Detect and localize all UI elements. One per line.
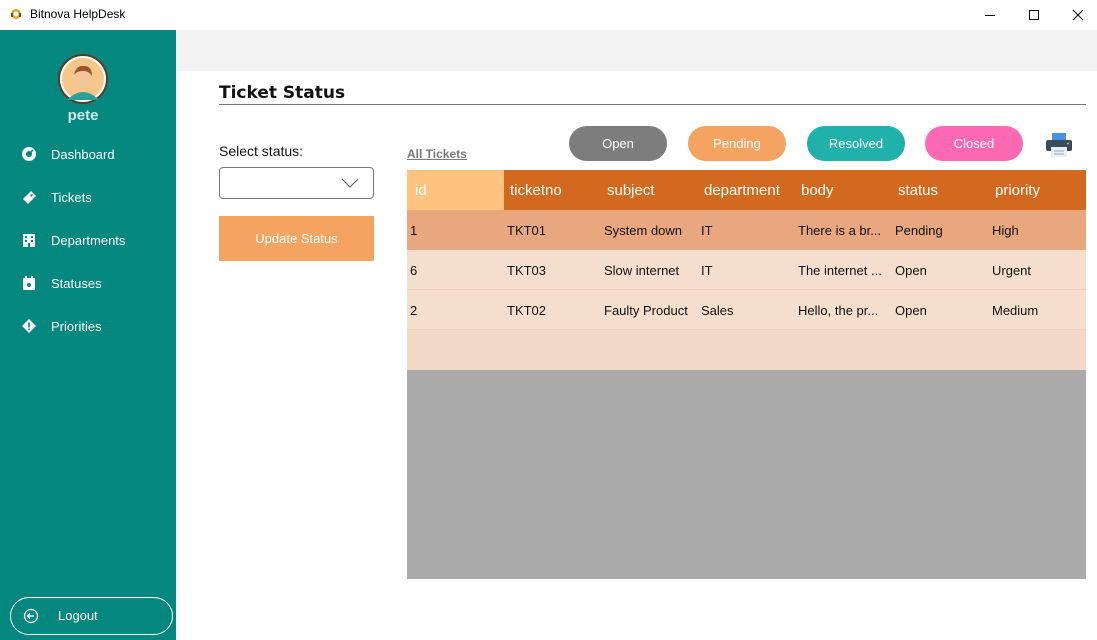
sidebar-item-label: Departments bbox=[51, 232, 126, 248]
select-status-label: Select status: bbox=[219, 143, 304, 159]
sidebar-item-priorities[interactable]: Priorities bbox=[0, 309, 176, 343]
column-header-ticketno[interactable]: ticketno bbox=[504, 170, 601, 210]
cell-body: Hello, the pr... bbox=[798, 302, 879, 318]
cell-department: IT bbox=[701, 222, 713, 238]
printer-icon[interactable] bbox=[1045, 132, 1073, 158]
avatar bbox=[58, 54, 108, 104]
cell-subject: Faulty Product bbox=[604, 302, 688, 318]
cell-ticketno: TKT02 bbox=[507, 302, 547, 318]
close-icon bbox=[1072, 9, 1084, 21]
table-row[interactable]: 1 TKT01 System down IT There is a br... … bbox=[407, 210, 1086, 250]
cell-id: 2 bbox=[410, 302, 418, 318]
close-button[interactable] bbox=[1055, 0, 1097, 30]
cell-department: Sales bbox=[701, 302, 734, 318]
cell-subject: System down bbox=[604, 222, 683, 238]
sidebar: pete Dashboard Tickets Departments Statu… bbox=[0, 30, 176, 640]
logout-icon bbox=[23, 608, 39, 627]
cell-ticketno: TKT01 bbox=[507, 222, 547, 238]
logout-button[interactable]: Logout bbox=[10, 597, 173, 635]
dashboard-icon bbox=[20, 145, 38, 163]
cell-id: 6 bbox=[410, 262, 418, 278]
cell-department: IT bbox=[701, 262, 713, 278]
cell-priority: Urgent bbox=[992, 262, 1032, 278]
table-row[interactable]: 6 TKT03 Slow internet IT The internet ..… bbox=[407, 250, 1086, 290]
sidebar-item-label: Dashboard bbox=[51, 146, 115, 162]
maximize-icon bbox=[1029, 10, 1039, 20]
column-header-department[interactable]: department bbox=[698, 170, 795, 210]
sidebar-item-label: Priorities bbox=[51, 318, 102, 334]
top-band bbox=[176, 30, 1097, 71]
minimize-icon bbox=[985, 15, 995, 16]
building-icon bbox=[20, 231, 38, 249]
filter-resolved-button[interactable]: Resolved bbox=[807, 126, 905, 161]
cell-body: There is a br... bbox=[798, 222, 882, 238]
cell-id: 1 bbox=[410, 222, 418, 238]
username: pete bbox=[67, 107, 99, 124]
sidebar-item-label: Tickets bbox=[51, 189, 92, 205]
cell-status: Pending bbox=[895, 222, 943, 238]
column-header-status[interactable]: status bbox=[892, 170, 989, 210]
sidebar-item-label: Statuses bbox=[51, 275, 102, 291]
sidebar-item-statuses[interactable]: Statuses bbox=[0, 266, 176, 300]
column-header-body[interactable]: body bbox=[795, 170, 892, 210]
ticket-icon bbox=[20, 188, 38, 206]
maximize-button[interactable] bbox=[1011, 0, 1057, 30]
cell-priority: Medium bbox=[992, 302, 1039, 318]
cell-status: Open bbox=[895, 302, 927, 318]
tickets-table[interactable]: id ticketno subject department body stat… bbox=[407, 170, 1086, 579]
alert-diamond-icon bbox=[20, 317, 38, 335]
table-header: id ticketno subject department body stat… bbox=[407, 170, 1086, 210]
title-bar: Bitnova HelpDesk bbox=[0, 0, 1097, 30]
sidebar-item-departments[interactable]: Departments bbox=[0, 223, 176, 257]
filter-pending-button[interactable]: Pending bbox=[688, 126, 786, 161]
window-title: Bitnova HelpDesk bbox=[30, 7, 126, 21]
filter-closed-button[interactable]: Closed bbox=[925, 126, 1023, 161]
sidebar-item-dashboard[interactable]: Dashboard bbox=[0, 137, 176, 171]
all-tickets-link[interactable]: All Tickets bbox=[407, 147, 467, 161]
cell-subject: Slow internet bbox=[604, 262, 680, 278]
page-title: Ticket Status bbox=[219, 83, 346, 103]
cell-body: The internet ... bbox=[798, 262, 882, 278]
minimize-button[interactable] bbox=[967, 0, 1013, 30]
table-row[interactable]: 2 TKT02 Faulty Product Sales Hello, the … bbox=[407, 290, 1086, 330]
column-header-id[interactable]: id bbox=[407, 170, 504, 210]
calendar-icon bbox=[20, 274, 38, 292]
update-status-button[interactable]: Update Status bbox=[219, 216, 374, 261]
cell-ticketno: TKT03 bbox=[507, 262, 547, 278]
title-divider bbox=[219, 104, 1086, 105]
cell-status: Open bbox=[895, 262, 927, 278]
logout-label: Logout bbox=[58, 608, 98, 623]
column-header-priority[interactable]: priority bbox=[989, 170, 1086, 210]
column-header-subject[interactable]: subject bbox=[601, 170, 698, 210]
filter-open-button[interactable]: Open bbox=[569, 126, 667, 161]
sidebar-item-tickets[interactable]: Tickets bbox=[0, 180, 176, 214]
app-logo-icon bbox=[11, 9, 21, 19]
cell-priority: High bbox=[992, 222, 1019, 238]
status-select[interactable] bbox=[219, 167, 374, 199]
new-row-placeholder[interactable] bbox=[407, 330, 1086, 370]
chevron-down-icon bbox=[341, 178, 359, 188]
